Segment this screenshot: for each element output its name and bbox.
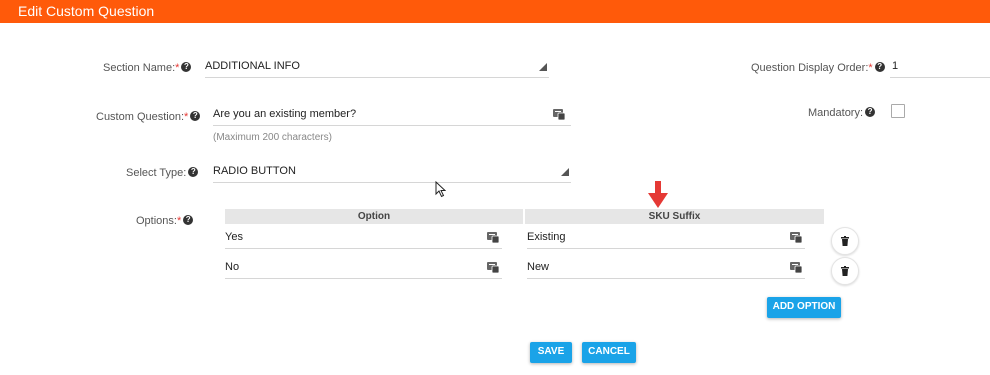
sku-suffix-value: New: [527, 261, 550, 273]
custom-question-input[interactable]: Are you an existing member?: [213, 105, 571, 126]
select-type-value: RADIO BUTTON: [213, 165, 296, 177]
language-tag-icon[interactable]: [553, 108, 565, 120]
dropdown-caret-icon: [561, 168, 569, 176]
language-tag-icon[interactable]: [487, 261, 499, 273]
help-icon[interactable]: ?: [183, 215, 194, 226]
help-icon[interactable]: ?: [188, 167, 199, 178]
custom-question-label: Custom Question:*?: [96, 110, 201, 124]
mouse-cursor-icon: [435, 181, 446, 198]
cancel-button[interactable]: CANCEL: [582, 342, 636, 363]
display-order-label: Question Display Order:*?: [751, 61, 885, 75]
page-title: Edit Custom Question: [18, 3, 155, 19]
option-value: Yes: [225, 231, 243, 243]
section-name-value: ADDITIONAL INFO: [205, 60, 300, 72]
language-tag-icon[interactable]: [790, 261, 802, 273]
sku-suffix-input[interactable]: Existing: [527, 228, 805, 249]
help-icon[interactable]: ?: [181, 62, 192, 73]
display-order-input[interactable]: 1: [890, 57, 990, 78]
help-icon[interactable]: ?: [190, 111, 201, 122]
language-tag-icon[interactable]: [790, 231, 802, 243]
mandatory-checkbox[interactable]: [891, 104, 905, 118]
option-value: No: [225, 261, 240, 273]
help-icon[interactable]: ?: [874, 62, 885, 73]
custom-question-value: Are you an existing member?: [213, 108, 357, 120]
trash-icon: [841, 236, 849, 246]
section-name-label: Section Name:*?: [103, 61, 192, 75]
sku-suffix-value: Existing: [527, 231, 566, 243]
help-icon[interactable]: ?: [865, 107, 876, 118]
delete-option-button[interactable]: [831, 227, 859, 255]
language-tag-icon[interactable]: [487, 231, 499, 243]
section-name-select[interactable]: ADDITIONAL INFO: [205, 57, 549, 78]
display-order-value: 1: [892, 60, 899, 72]
sku-suffix-column-header: SKU Suffix: [525, 209, 824, 224]
sku-suffix-input[interactable]: New: [527, 258, 805, 279]
add-option-button[interactable]: ADD OPTION: [767, 297, 841, 318]
page-header: Edit Custom Question: [0, 0, 990, 23]
trash-icon: [841, 266, 849, 276]
dropdown-caret-icon: [539, 63, 547, 71]
options-label: Options:*?: [136, 214, 194, 228]
option-column-header: Option: [225, 209, 523, 224]
select-type-select[interactable]: RADIO BUTTON: [213, 162, 571, 183]
save-button[interactable]: SAVE: [530, 342, 572, 363]
mandatory-label: Mandatory:?: [808, 106, 876, 120]
delete-option-button[interactable]: [831, 257, 859, 285]
character-limit-hint: (Maximum 200 characters): [213, 132, 332, 143]
option-input[interactable]: No: [225, 258, 502, 279]
red-arrow-icon: [648, 181, 668, 208]
option-input[interactable]: Yes: [225, 228, 502, 249]
select-type-label: Select Type:?: [126, 166, 199, 180]
